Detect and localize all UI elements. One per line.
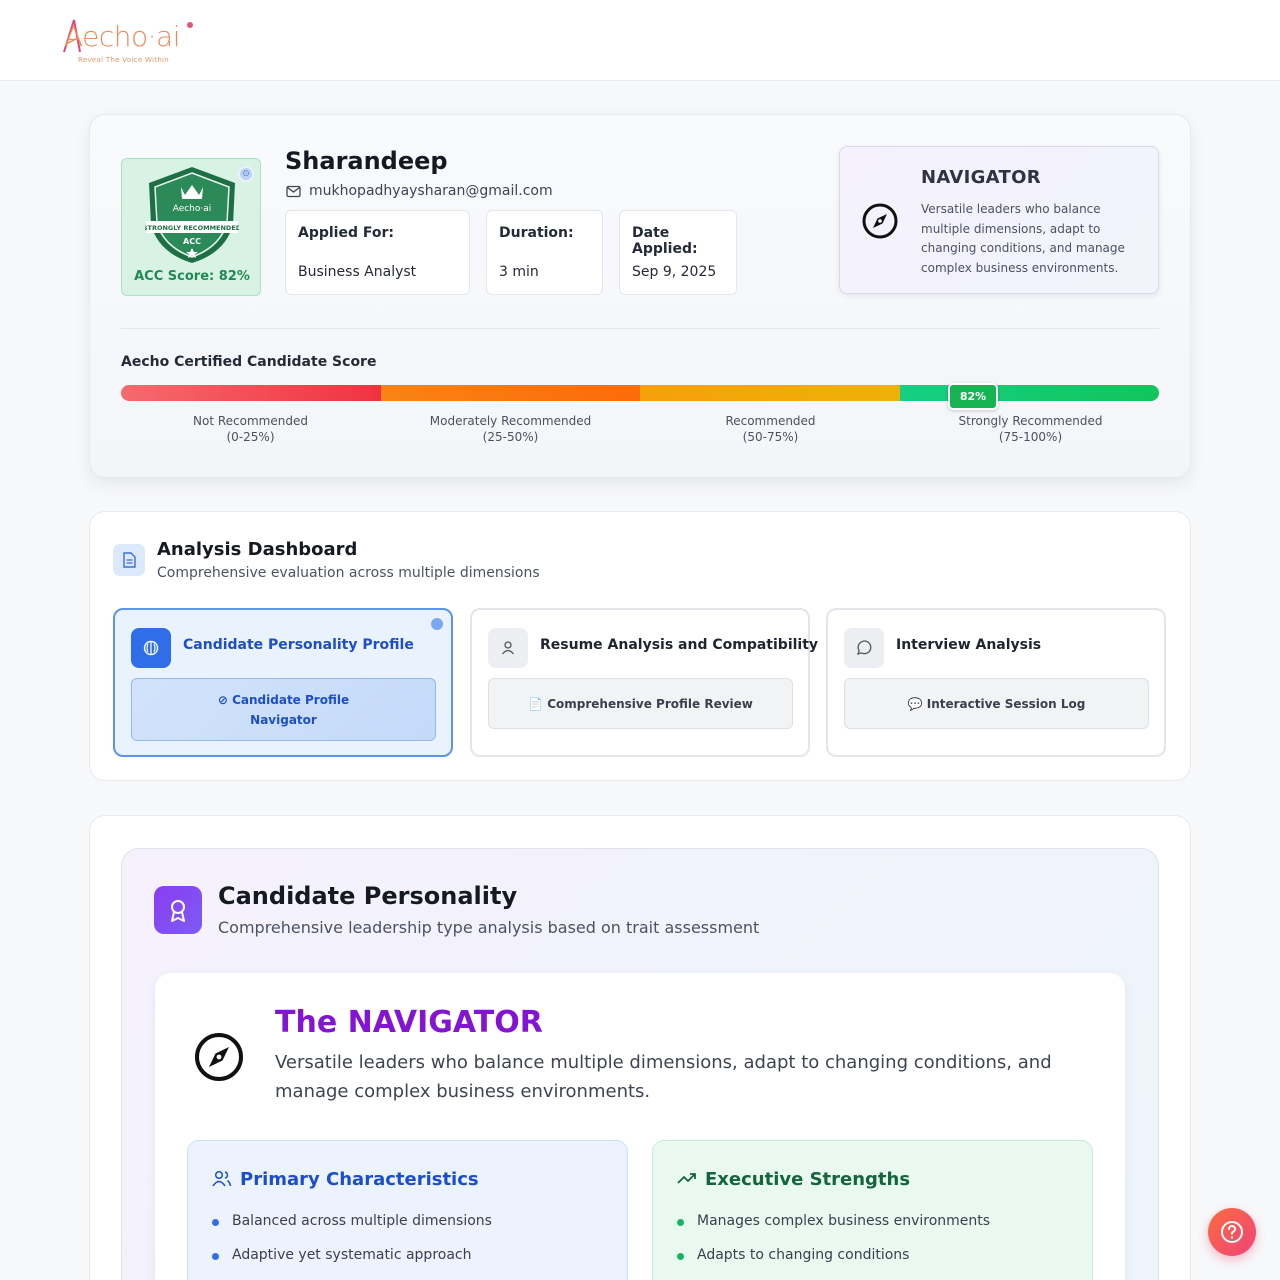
date-applied-label: Date Applied:	[632, 225, 698, 257]
tab-title: Resume Analysis and Compatibility	[540, 637, 819, 653]
score-marker: 82%	[948, 383, 998, 410]
scale-segment-not-recommended	[121, 385, 381, 401]
scale-segment-strongly-recommended	[900, 385, 1159, 401]
chat-icon	[844, 628, 884, 668]
comprehensive-profile-review-button[interactable]: 📄 Comprehensive Profile Review	[488, 678, 793, 729]
tab-title: Candidate Personality Profile	[183, 637, 414, 653]
scale-label-strongly-recommended: Strongly Recommended (75-100%)	[901, 413, 1160, 445]
logo-registered-mark	[187, 22, 193, 28]
applied-for-value: Business Analyst	[298, 264, 417, 280]
badge-info-icon[interactable]: ⊙	[238, 166, 254, 182]
compass-icon	[195, 1033, 243, 1081]
users-icon	[212, 1170, 232, 1187]
navigator-description: Versatile leaders who balance multiple d…	[921, 202, 1125, 275]
trending-up-icon	[677, 1173, 696, 1184]
tab-title: Interview Analysis	[896, 637, 1042, 653]
scale-range-text: (50-75%)	[742, 430, 799, 444]
strongly-recommended-badge-icon: Aecho·ai STRONGLY RECOMMENDED ACC	[145, 167, 239, 263]
primary-characteristics-title: Primary Characteristics	[240, 1169, 479, 1190]
scale-segment-moderately-recommended	[381, 385, 640, 401]
personality-subtitle: Comprehensive leadership type analysis b…	[218, 918, 760, 937]
navigator-title: NAVIGATOR	[921, 167, 1041, 188]
scale-label-text: Recommended	[725, 414, 816, 428]
duration-value: 3 min	[499, 264, 539, 280]
candidate-profile-navigator-button[interactable]: ⊘ Candidate Profile Navigator	[131, 678, 436, 741]
acc-score: ACC Score: 82%	[134, 269, 250, 284]
scale-label-not-recommended: Not Recommended (0-25%)	[121, 413, 380, 445]
dashboard-title: Analysis Dashboard	[157, 539, 358, 560]
button-label-line: Navigator	[250, 713, 317, 727]
list-item: Adaptive yet systematic approach	[211, 1247, 472, 1263]
mail-icon	[286, 185, 301, 198]
scale-label-text: Strongly Recommended	[958, 414, 1103, 428]
interactive-session-log-button[interactable]: 💬 Interactive Session Log	[844, 678, 1149, 729]
primary-characteristics-card: Primary Characteristics Balanced across …	[187, 1140, 628, 1280]
scale-range-text: (0-25%)	[226, 430, 275, 444]
list-item: Adapts to changing conditions	[676, 1247, 910, 1263]
tab-candidate-personality-profile[interactable]: Candidate Personality Profile ⊘ Candidat…	[113, 608, 453, 757]
brain-icon	[131, 628, 171, 668]
list-item: Manages complex business environments	[676, 1213, 991, 1229]
duration-box: Duration: 3 min	[486, 210, 603, 295]
navigator-type-card: NAVIGATOR Versatile leaders who balance …	[839, 146, 1159, 294]
help-icon	[1221, 1221, 1243, 1243]
acc-badge: Aecho·ai STRONGLY RECOMMENDED ACC ⊙ ACC …	[121, 158, 261, 296]
logo-tagline: Reveal The Voice Within	[78, 56, 170, 64]
candidate-name: Sharandeep	[285, 147, 448, 175]
scale-label-moderately-recommended: Moderately Recommended (25-50%)	[381, 413, 640, 445]
personality-title: Candidate Personality	[218, 882, 518, 910]
help-button[interactable]	[1208, 1208, 1256, 1256]
badge-brand: Aecho·ai	[173, 204, 212, 214]
applied-for-label: Applied For:	[298, 225, 394, 241]
top-header: Aecho·ai Reveal The Voice Within	[0, 0, 1280, 81]
applied-for-box: Applied For: Business Analyst	[285, 210, 470, 295]
date-applied-value: Sep 9, 2025	[632, 264, 717, 280]
score-scale-title: Aecho Certified Candidate Score	[121, 354, 377, 370]
personality-type-title: The NAVIGATOR	[275, 1005, 543, 1040]
scale-label-text: Moderately Recommended	[429, 414, 592, 428]
scale-range-text: (25-50%)	[482, 430, 539, 444]
active-indicator-dot	[431, 618, 443, 630]
user-icon	[488, 628, 528, 668]
document-icon	[113, 544, 145, 576]
candidate-email[interactable]: mukhopadhyaysharan@gmail.com	[309, 183, 553, 199]
date-applied-box: Date Applied: Sep 9, 2025	[619, 210, 737, 295]
duration-label: Duration:	[499, 225, 574, 241]
button-label-line: ⊘ Candidate Profile	[217, 693, 350, 707]
tab-resume-analysis[interactable]: Resume Analysis and Compatibility 📄 Comp…	[470, 608, 818, 757]
scale-label-recommended: Recommended (50-75%)	[641, 413, 900, 445]
logo-wordmark: Aecho·ai	[64, 20, 181, 53]
dashboard-subtitle: Comprehensive evaluation across multiple…	[157, 565, 540, 581]
compass-icon	[862, 203, 898, 239]
executive-strengths-card: Executive Strengths Manages complex busi…	[652, 1140, 1093, 1280]
tab-interview-analysis[interactable]: Interview Analysis 💬 Interactive Session…	[826, 608, 1166, 757]
divider	[121, 328, 1159, 329]
award-icon	[154, 886, 202, 934]
aecho-logo[interactable]: Aecho·ai Reveal The Voice Within	[62, 14, 202, 70]
scale-segment-recommended	[640, 385, 900, 401]
personality-type-description: Versatile leaders who balance multiple d…	[275, 1052, 1052, 1102]
badge-acc-label: ACC	[183, 237, 201, 246]
scale-label-text: Not Recommended	[193, 414, 308, 428]
list-item: Balanced across multiple dimensions	[212, 1213, 492, 1229]
executive-strengths-title: Executive Strengths	[705, 1169, 911, 1190]
badge-ribbon: STRONGLY RECOMMENDED	[145, 224, 239, 232]
scale-range-text: (75-100%)	[998, 430, 1063, 444]
